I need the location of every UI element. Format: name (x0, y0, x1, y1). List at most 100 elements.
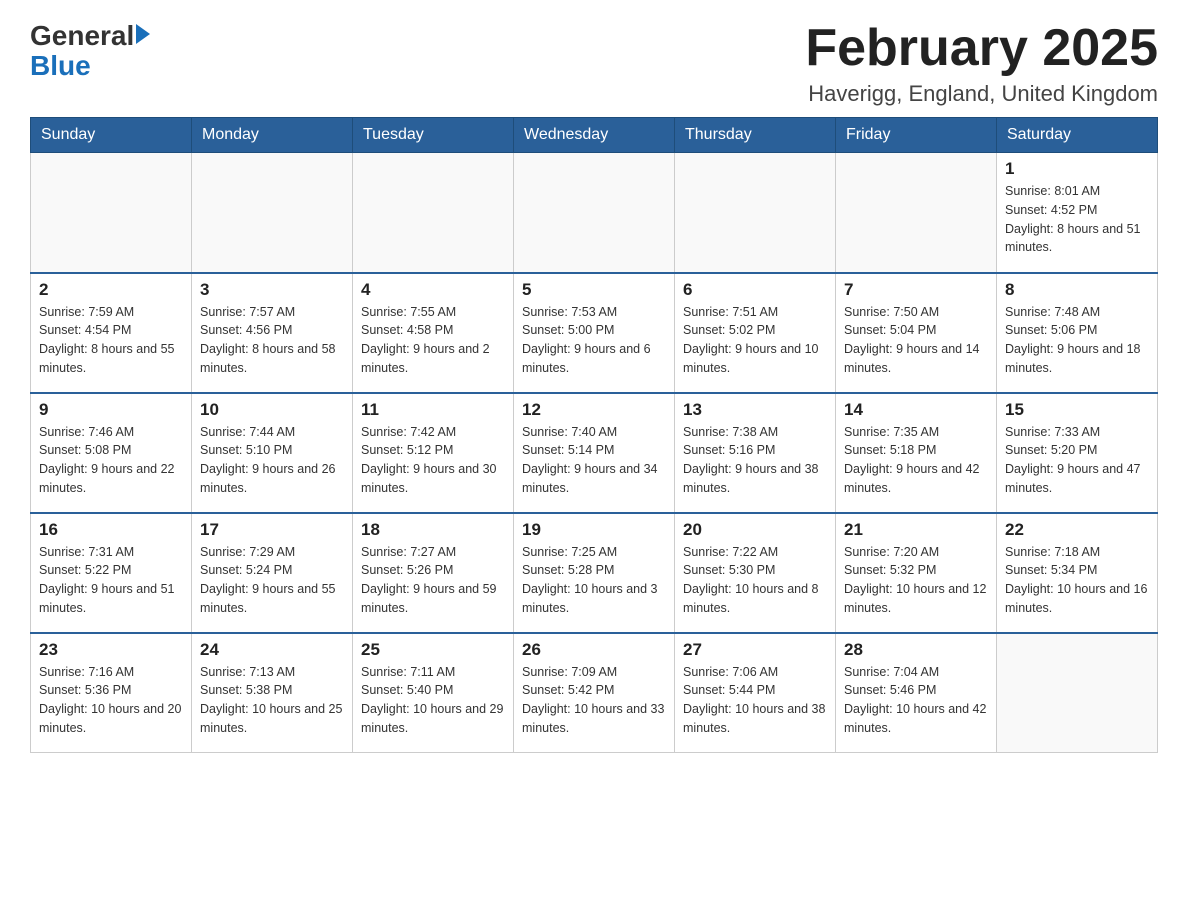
calendar-cell (836, 153, 997, 273)
day-number: 25 (361, 640, 505, 660)
day-info: Sunrise: 7:53 AMSunset: 5:00 PMDaylight:… (522, 303, 666, 378)
calendar-header: SundayMondayTuesdayWednesdayThursdayFrid… (31, 118, 1158, 153)
day-number: 26 (522, 640, 666, 660)
calendar-cell: 3Sunrise: 7:57 AMSunset: 4:56 PMDaylight… (192, 273, 353, 393)
day-info: Sunrise: 7:46 AMSunset: 5:08 PMDaylight:… (39, 423, 183, 498)
calendar-cell: 20 Sunrise: 7:22 AMSunset: 5:30 PMDayligh… (675, 513, 836, 633)
day-header-wednesday: Wednesday (514, 118, 675, 153)
day-info: Sunrise: 7:06 AMSunset: 5:44 PMDaylight:… (683, 663, 827, 738)
day-info: Sunrise: 7:27 AMSunset: 5:26 PMDaylight:… (361, 543, 505, 618)
calendar-cell (514, 153, 675, 273)
page-header: General Blue February 2025 Haverigg, Eng… (30, 20, 1158, 107)
day-info: Sunrise: 7:20 AMSunset: 5:32 PMDaylight:… (844, 543, 988, 618)
day-header-friday: Friday (836, 118, 997, 153)
calendar-cell: 25 Sunrise: 7:11 AMSunset: 5:40 PMDayligh… (353, 633, 514, 753)
day-info: Sunrise: 7:04 AMSunset: 5:46 PMDaylight:… (844, 663, 988, 738)
day-info: Sunrise: 7:31 AMSunset: 5:22 PMDaylight:… (39, 543, 183, 618)
day-number: 21 (844, 520, 988, 540)
calendar-week-5: 23 Sunrise: 7:16 AMSunset: 5:36 PMDayligh… (31, 633, 1158, 753)
day-number: 8 (1005, 280, 1149, 300)
day-number: 16 (39, 520, 183, 540)
day-number: 18 (361, 520, 505, 540)
day-number: 2 (39, 280, 183, 300)
calendar-cell: 21 Sunrise: 7:20 AMSunset: 5:32 PMDayligh… (836, 513, 997, 633)
calendar-cell: 27 Sunrise: 7:06 AMSunset: 5:44 PMDayligh… (675, 633, 836, 753)
logo-general: General (30, 20, 134, 52)
day-header-monday: Monday (192, 118, 353, 153)
day-info: Sunrise: 7:29 AMSunset: 5:24 PMDaylight:… (200, 543, 344, 618)
day-number: 5 (522, 280, 666, 300)
calendar-week-1: 1 Sunrise: 8:01 AMSunset: 4:52 PMDaylight… (31, 153, 1158, 273)
calendar-cell: 14 Sunrise: 7:35 AMSunset: 5:18 PMDayligh… (836, 393, 997, 513)
calendar-cell: 26 Sunrise: 7:09 AMSunset: 5:42 PMDayligh… (514, 633, 675, 753)
day-number: 24 (200, 640, 344, 660)
calendar-cell: 5 Sunrise: 7:53 AMSunset: 5:00 PMDaylight… (514, 273, 675, 393)
day-header-saturday: Saturday (997, 118, 1158, 153)
day-number: 11 (361, 400, 505, 420)
day-info: Sunrise: 7:42 AMSunset: 5:12 PMDaylight:… (361, 423, 505, 498)
day-header-thursday: Thursday (675, 118, 836, 153)
day-number: 23 (39, 640, 183, 660)
day-number: 10 (200, 400, 344, 420)
month-title: February 2025 (805, 20, 1158, 77)
calendar-cell (353, 153, 514, 273)
calendar-cell: 11 Sunrise: 7:42 AMSunset: 5:12 PMDayligh… (353, 393, 514, 513)
day-number: 28 (844, 640, 988, 660)
calendar-cell: 6Sunrise: 7:51 AMSunset: 5:02 PMDaylight… (675, 273, 836, 393)
day-info: Sunrise: 7:18 AMSunset: 5:34 PMDaylight:… (1005, 543, 1149, 618)
day-header-tuesday: Tuesday (353, 118, 514, 153)
day-info: Sunrise: 7:22 AMSunset: 5:30 PMDaylight:… (683, 543, 827, 618)
day-header-sunday: Sunday (31, 118, 192, 153)
day-info: Sunrise: 7:35 AMSunset: 5:18 PMDaylight:… (844, 423, 988, 498)
calendar-cell (31, 153, 192, 273)
calendar-cell: 8 Sunrise: 7:48 AMSunset: 5:06 PMDaylight… (997, 273, 1158, 393)
day-number: 7 (844, 280, 988, 300)
day-number: 22 (1005, 520, 1149, 540)
day-number: 3 (200, 280, 344, 300)
day-info: Sunrise: 8:01 AMSunset: 4:52 PMDaylight:… (1005, 182, 1149, 257)
day-number: 14 (844, 400, 988, 420)
calendar-cell: 23 Sunrise: 7:16 AMSunset: 5:36 PMDayligh… (31, 633, 192, 753)
logo: General Blue (30, 20, 150, 80)
day-number: 20 (683, 520, 827, 540)
calendar-cell: 10 Sunrise: 7:44 AMSunset: 5:10 PMDayligh… (192, 393, 353, 513)
calendar-week-4: 16 Sunrise: 7:31 AMSunset: 5:22 PMDayligh… (31, 513, 1158, 633)
calendar-table: SundayMondayTuesdayWednesdayThursdayFrid… (30, 117, 1158, 753)
day-number: 1 (1005, 159, 1149, 179)
day-number: 12 (522, 400, 666, 420)
day-info: Sunrise: 7:48 AMSunset: 5:06 PMDaylight:… (1005, 303, 1149, 378)
calendar-week-2: 2Sunrise: 7:59 AMSunset: 4:54 PMDaylight… (31, 273, 1158, 393)
calendar-cell: 28 Sunrise: 7:04 AMSunset: 5:46 PMDayligh… (836, 633, 997, 753)
logo-arrow-icon (136, 24, 150, 44)
calendar-cell: 12 Sunrise: 7:40 AMSunset: 5:14 PMDayligh… (514, 393, 675, 513)
calendar-cell (192, 153, 353, 273)
calendar-cell: 16 Sunrise: 7:31 AMSunset: 5:22 PMDayligh… (31, 513, 192, 633)
day-number: 27 (683, 640, 827, 660)
calendar-cell: 15 Sunrise: 7:33 AMSunset: 5:20 PMDayligh… (997, 393, 1158, 513)
day-number: 17 (200, 520, 344, 540)
day-info: Sunrise: 7:38 AMSunset: 5:16 PMDaylight:… (683, 423, 827, 498)
calendar-cell: 2Sunrise: 7:59 AMSunset: 4:54 PMDaylight… (31, 273, 192, 393)
day-info: Sunrise: 7:11 AMSunset: 5:40 PMDaylight:… (361, 663, 505, 738)
day-info: Sunrise: 7:09 AMSunset: 5:42 PMDaylight:… (522, 663, 666, 738)
days-of-week-row: SundayMondayTuesdayWednesdayThursdayFrid… (31, 118, 1158, 153)
day-info: Sunrise: 7:16 AMSunset: 5:36 PMDaylight:… (39, 663, 183, 738)
day-number: 4 (361, 280, 505, 300)
day-info: Sunrise: 7:40 AMSunset: 5:14 PMDaylight:… (522, 423, 666, 498)
calendar-cell: 18 Sunrise: 7:27 AMSunset: 5:26 PMDayligh… (353, 513, 514, 633)
day-info: Sunrise: 7:25 AMSunset: 5:28 PMDaylight:… (522, 543, 666, 618)
title-section: February 2025 Haverigg, England, United … (805, 20, 1158, 107)
day-info: Sunrise: 7:50 AMSunset: 5:04 PMDaylight:… (844, 303, 988, 378)
day-number: 19 (522, 520, 666, 540)
calendar-cell: 9 Sunrise: 7:46 AMSunset: 5:08 PMDaylight… (31, 393, 192, 513)
day-info: Sunrise: 7:33 AMSunset: 5:20 PMDaylight:… (1005, 423, 1149, 498)
calendar-cell: 13 Sunrise: 7:38 AMSunset: 5:16 PMDayligh… (675, 393, 836, 513)
day-info: Sunrise: 7:44 AMSunset: 5:10 PMDaylight:… (200, 423, 344, 498)
day-number: 9 (39, 400, 183, 420)
day-info: Sunrise: 7:51 AMSunset: 5:02 PMDaylight:… (683, 303, 827, 378)
day-number: 13 (683, 400, 827, 420)
day-number: 15 (1005, 400, 1149, 420)
calendar-cell: 17 Sunrise: 7:29 AMSunset: 5:24 PMDayligh… (192, 513, 353, 633)
calendar-cell: 19 Sunrise: 7:25 AMSunset: 5:28 PMDayligh… (514, 513, 675, 633)
day-info: Sunrise: 7:13 AMSunset: 5:38 PMDaylight:… (200, 663, 344, 738)
